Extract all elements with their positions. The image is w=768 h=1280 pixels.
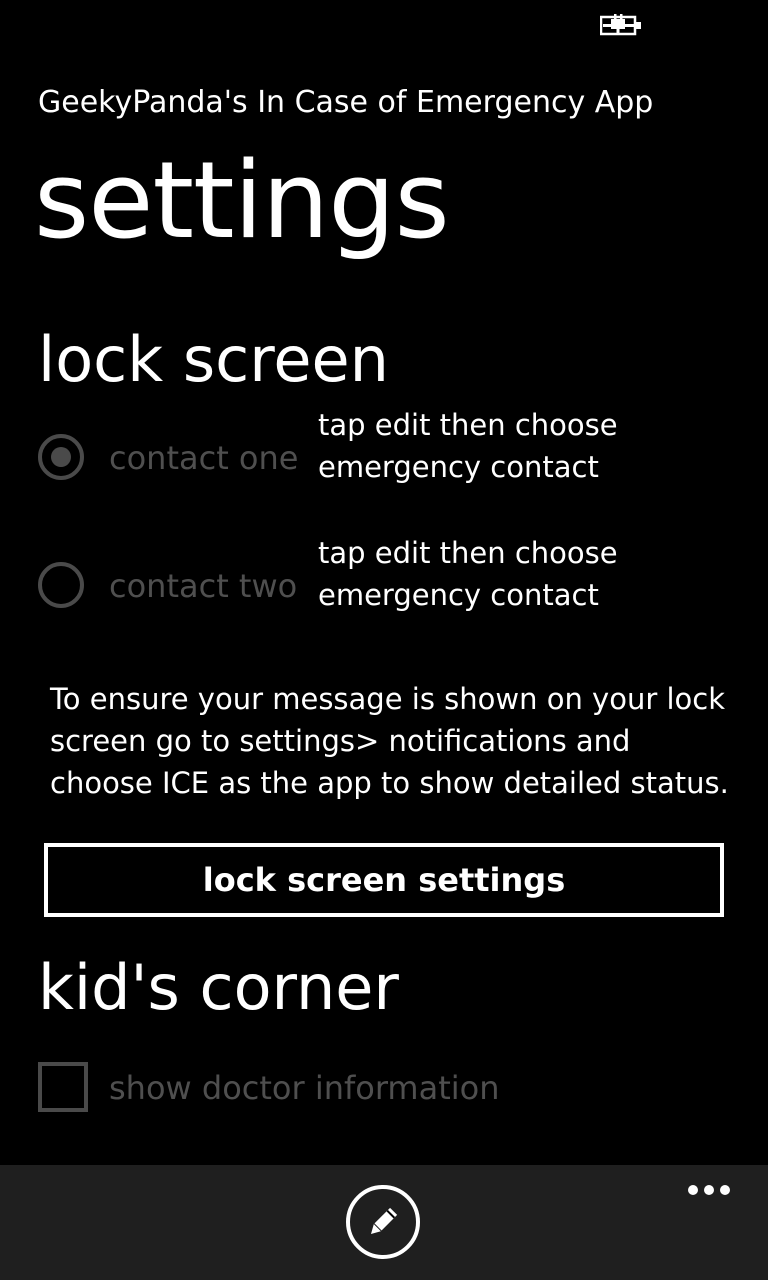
show-doctor-checkbox[interactable]	[38, 1062, 88, 1112]
contact-two-radio-row[interactable]: contact two tap edit then choose emergen…	[38, 536, 738, 638]
ellipsis-more-icon[interactable]	[684, 1177, 734, 1203]
contact-two-value: tap edit then choose emergency contact	[318, 536, 618, 612]
contact-one-label: contact one	[109, 439, 299, 477]
lock-screen-section-title: lock screen	[38, 323, 389, 396]
lock-screen-info-text: To ensure your message is shown on your …	[50, 682, 729, 800]
kids-corner-section-title: kid's corner	[38, 951, 399, 1024]
page-title: settings	[34, 139, 450, 262]
lock-screen-settings-button[interactable]: lock screen settings	[44, 843, 724, 917]
show-doctor-checkbox-row[interactable]: show doctor information	[38, 1058, 738, 1118]
contact-one-radio[interactable]	[38, 434, 84, 480]
status-bar	[0, 0, 768, 52]
contact-two-radio[interactable]	[38, 562, 84, 608]
radio-selected-dot	[51, 447, 71, 467]
contact-one-value: tap edit then choose emergency contact	[318, 408, 618, 484]
show-doctor-label: show doctor information	[109, 1069, 500, 1107]
edit-button[interactable]	[346, 1185, 420, 1259]
app-bar	[0, 1165, 768, 1280]
pencil-edit-icon	[370, 1207, 398, 1235]
contact-two-label: contact two	[109, 567, 298, 605]
app-title: GeekyPanda's In Case of Emergency App	[38, 85, 654, 120]
battery-charging-icon	[600, 14, 641, 36]
contact-one-radio-row[interactable]: contact one tap edit then choose emergen…	[38, 408, 738, 510]
